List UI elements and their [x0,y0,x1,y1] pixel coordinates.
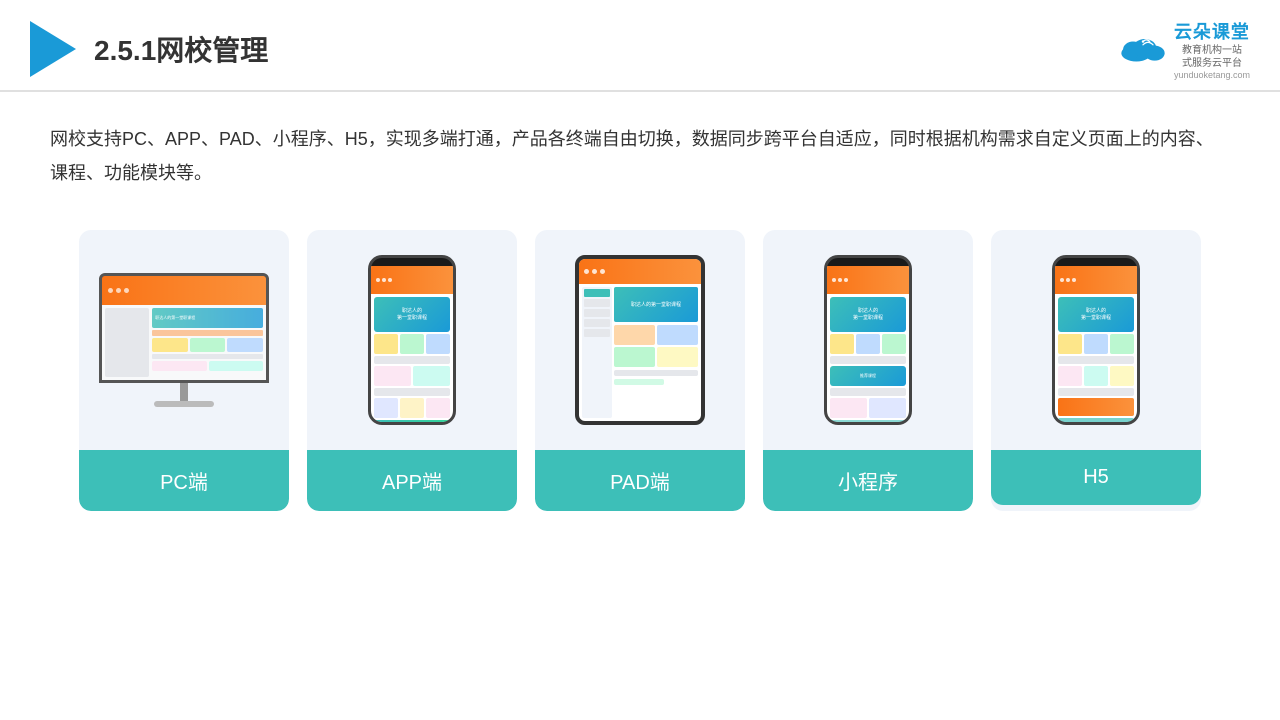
card-app-label: APP端 [307,450,517,511]
phone-miniapp-icon: 职达人的第一堂职课程 推荐课程 [824,255,912,425]
brand-url: yunduoketang.com [1174,70,1250,80]
brand-name: 云朵课堂 [1174,18,1250,44]
description-paragraph: 网校支持PC、APP、PAD、小程序、H5，实现多端打通，产品各终端自由切换，数… [50,122,1230,190]
logo-triangle-icon [30,21,76,77]
header: 2.5.1网校管理 云朵课堂 教育机构一站式服务云平台 yunduoketang… [0,0,1280,92]
cards-container: 职达人的第一堂职课程 [0,200,1280,531]
cloud-icon [1118,33,1168,65]
card-h5-image: 职达人的第一堂职课程 [991,230,1201,450]
card-pad-label: PAD端 [535,450,745,511]
brand-icon: 云朵课堂 教育机构一站式服务云平台 yunduoketang.com [1118,18,1250,80]
card-pc-label: PC端 [79,450,289,511]
card-app-image: 职达人的第一堂职课程 [307,230,517,450]
card-pad-image: 职达人的第一堂职课程 [535,230,745,450]
brand-tagline: 教育机构一站式服务云平台 [1174,44,1250,70]
card-pc: 职达人的第一堂职课程 [79,230,289,511]
card-pad: 职达人的第一堂职课程 [535,230,745,511]
phone-app-icon: 职达人的第一堂职课程 [368,255,456,425]
tablet-icon: 职达人的第一堂职课程 [575,255,705,425]
card-miniapp: 职达人的第一堂职课程 推荐课程 [763,230,973,511]
card-h5: 职达人的第一堂职课程 [991,230,1201,511]
page-title: 2.5.1网校管理 [94,29,268,69]
phone-h5-icon: 职达人的第一堂职课程 [1052,255,1140,425]
card-h5-label: H5 [991,450,1201,505]
brand-text-block: 云朵课堂 教育机构一站式服务云平台 yunduoketang.com [1174,18,1250,80]
brand-logo: 云朵课堂 教育机构一站式服务云平台 yunduoketang.com [1118,18,1250,80]
pc-monitor-icon: 职达人的第一堂职课程 [99,273,269,407]
card-miniapp-label: 小程序 [763,450,973,511]
description-text: 网校支持PC、APP、PAD、小程序、H5，实现多端打通，产品各终端自由切换，数… [0,92,1280,200]
card-miniapp-image: 职达人的第一堂职课程 推荐课程 [763,230,973,450]
card-app: 职达人的第一堂职课程 [307,230,517,511]
header-left: 2.5.1网校管理 [30,21,268,77]
card-pc-image: 职达人的第一堂职课程 [79,230,289,450]
